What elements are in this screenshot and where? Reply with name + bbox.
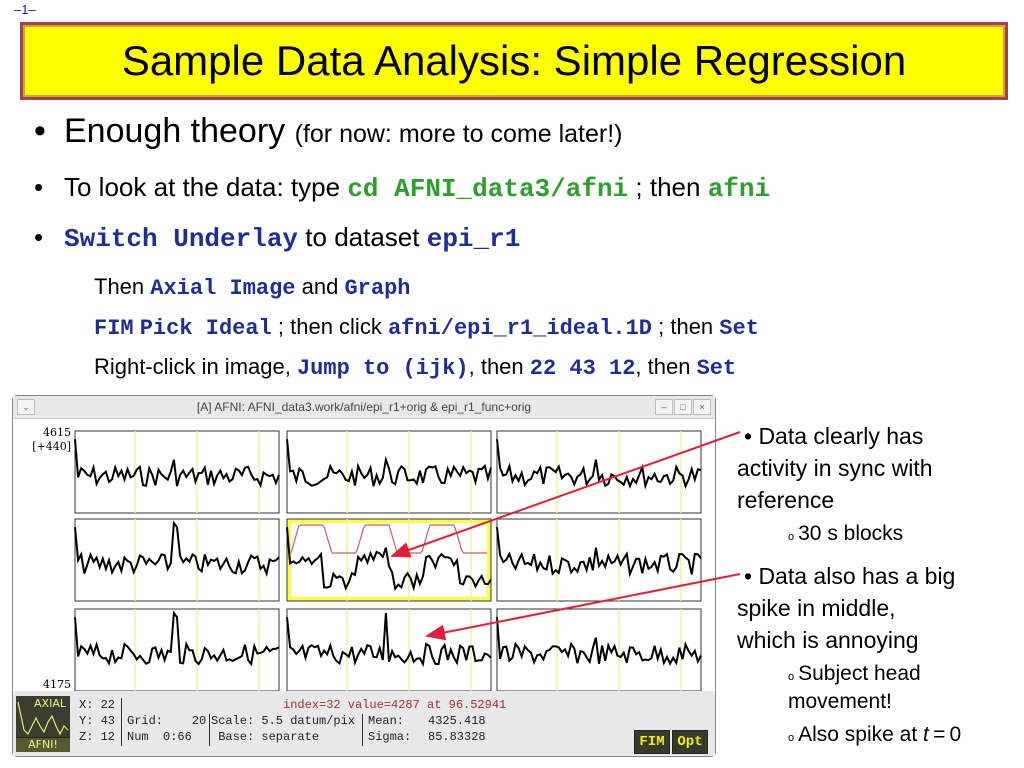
- command-switch-underlay: Switch Underlay: [64, 224, 299, 254]
- fim-button[interactable]: FIM: [634, 730, 670, 754]
- command-fim: FIM: [94, 316, 134, 341]
- note-activity-sub: o 30 s blocks: [788, 520, 903, 551]
- note-spike-line1: • Data also has a big: [744, 563, 956, 589]
- window-title: [A] AFNI: AFNI_data3.work/afni/epi_r1+or…: [196, 400, 532, 414]
- grid-value: Grid: 20: [127, 714, 207, 728]
- graph-panel[interactable]: [496, 430, 702, 514]
- step-text: ; then click: [277, 314, 382, 339]
- divider: [209, 714, 210, 746]
- ideal-file: afni/epi_r1_ideal.1D: [387, 316, 652, 341]
- step-text: , then: [468, 354, 524, 379]
- sub-text: Also spike at: [798, 723, 924, 746]
- graph-panels[interactable]: [13, 419, 715, 691]
- graph-matrix[interactable]: 4615 [+440] 4175: [13, 419, 715, 691]
- bullet-icon: •: [34, 112, 46, 150]
- mean-label: Mean:: [368, 714, 405, 728]
- coord-z: Z: 12: [79, 730, 116, 744]
- coord-y: Y: 43: [79, 714, 116, 728]
- sub-text-eq: = 0: [928, 723, 962, 746]
- minimize-icon[interactable]: –: [655, 399, 673, 415]
- window-menu-chevron-down-icon[interactable]: ⌄: [17, 399, 35, 415]
- command-set: Set: [696, 356, 737, 381]
- logo-axial-label: AXIAL: [34, 697, 66, 710]
- sub-bullet-icon: o: [788, 671, 795, 683]
- coordinates: 22 43 12: [529, 356, 636, 381]
- bullet-text: To look at the data: type: [64, 172, 341, 202]
- step-fim-pick-ideal: FIM Pick Ideal ; then click afni/epi_r1_…: [94, 314, 759, 341]
- note-activity-line3: reference: [737, 487, 835, 513]
- command-graph: Graph: [344, 276, 411, 301]
- dataset-name: epi_r1: [426, 224, 521, 254]
- index-readout: index=32 value=4287 at 96.52941: [283, 698, 507, 712]
- sub-bullet-icon: o: [788, 531, 795, 543]
- sigma-label: Sigma:: [368, 730, 412, 744]
- divider: [121, 698, 122, 746]
- scale-value: Scale: 5.5 datum/pix: [211, 714, 356, 728]
- base-value: Base: separate: [211, 730, 320, 744]
- window-titlebar[interactable]: [A] AFNI: AFNI_data3.work/afni/epi_r1+or…: [13, 396, 715, 419]
- coord-x: X: 22: [79, 698, 116, 712]
- note-spike-sub2: o Also spike at t = 0: [788, 721, 961, 752]
- command-cd: cd AFNI_data3/afni: [347, 174, 629, 204]
- step-text: Then: [94, 274, 145, 299]
- command-jump-to-ijk: Jump to (ijk): [296, 356, 469, 381]
- note-spike-sub1: o Subject head: [788, 660, 921, 691]
- sigma-value: 85.83328: [428, 730, 486, 744]
- bullet-text: Enough theory: [64, 112, 286, 150]
- page-number: –1–: [14, 2, 36, 17]
- status-panel: AXIAL AFNI! X: 22 Y: 43 Z: 12 Grid: 20 N…: [13, 692, 715, 756]
- sub-text: Subject head: [798, 662, 921, 685]
- bullet-icon: •: [34, 222, 44, 252]
- step-text: ; then: [658, 314, 714, 339]
- note-spike-sub1b: movement!: [788, 690, 892, 713]
- step-text: , then: [635, 354, 691, 379]
- step-jump-to: Right-click in image, Jump to (ijk), the…: [94, 354, 736, 381]
- divider: [362, 714, 363, 746]
- note-spike-line3: which is annoying: [737, 627, 919, 653]
- graph-panel[interactable]: [496, 518, 702, 602]
- slide-title: Sample Data Analysis: Simple Regression: [121, 37, 907, 84]
- logo-afni-label: AFNI!: [16, 737, 70, 752]
- command-set: Set: [719, 316, 759, 341]
- title-box: Sample Data Analysis: Simple Regression: [20, 22, 1008, 100]
- bullet-icon: •: [34, 172, 44, 202]
- bullet-switch-underlay: • Switch Underlay to dataset epi_r1: [34, 222, 520, 254]
- step-axial-graph: Then Axial Image and Graph: [94, 274, 411, 301]
- sub-bullet-icon: o: [788, 732, 795, 744]
- bullet-text: to dataset: [305, 222, 420, 252]
- note-activity-line2: activity in sync with: [737, 455, 933, 481]
- bullet-text: ; then: [635, 172, 701, 202]
- afni-graph-window: [A] AFNI: AFNI_data3.work/afni/epi_r1+or…: [12, 395, 716, 757]
- bullet-enough-theory: • Enough theory (for now: more to come la…: [34, 112, 623, 151]
- opt-button[interactable]: Opt: [672, 730, 708, 754]
- command-afni: afni: [707, 174, 771, 204]
- mean-value: 4325.418: [428, 714, 486, 728]
- step-text: and: [301, 274, 339, 299]
- sub-text: 30 s blocks: [798, 522, 904, 545]
- close-icon[interactable]: ×: [693, 399, 711, 415]
- bullet-aside: (for now: more to come later!): [294, 120, 623, 148]
- step-text: Right-click in image,: [94, 354, 291, 379]
- bullet-look-at-data: • To look at the data: type cd AFNI_data3…: [34, 172, 770, 204]
- maximize-icon[interactable]: □: [674, 399, 692, 415]
- num-value: Num 0:66: [127, 730, 192, 744]
- note-spike-line2: spike in middle,: [737, 595, 896, 621]
- command-axial-image: Axial Image: [150, 276, 296, 301]
- axial-logo[interactable]: AXIAL AFNI!: [16, 696, 70, 752]
- command-pick-ideal: Pick Ideal: [139, 316, 272, 341]
- note-activity-line1: • Data clearly has: [744, 423, 924, 449]
